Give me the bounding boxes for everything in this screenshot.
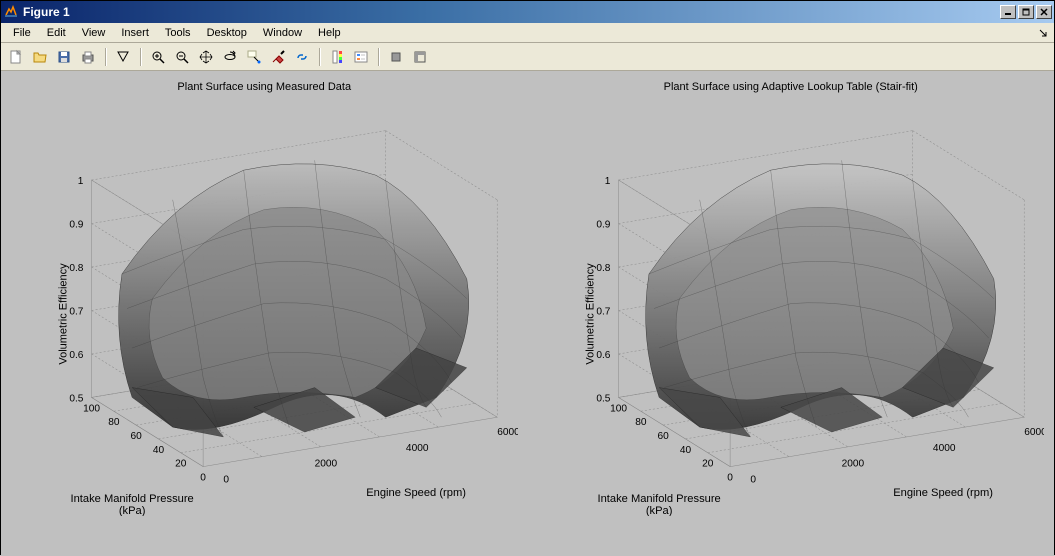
chart-title: Plant Surface using Adaptive Lookup Tabl… <box>528 81 1055 93</box>
y-tick: 6000 <box>497 427 517 438</box>
z-tick: 0.9 <box>596 220 611 231</box>
figure-area: Plant Surface using Measured Data Volume… <box>1 71 1054 556</box>
data-cursor-button[interactable] <box>243 46 265 68</box>
z-tick: 0.8 <box>596 263 611 274</box>
x-tick: 80 <box>108 417 120 428</box>
z-tick: 0.5 <box>69 393 84 404</box>
axes-right[interactable]: Plant Surface using Adaptive Lookup Tabl… <box>528 71 1055 556</box>
menu-window[interactable]: Window <box>255 25 310 41</box>
menu-edit[interactable]: Edit <box>39 25 74 41</box>
menu-tools[interactable]: Tools <box>157 25 199 41</box>
z-tick: 0.6 <box>596 350 611 361</box>
menu-insert[interactable]: Insert <box>113 25 157 41</box>
toolbar-separator <box>105 48 106 66</box>
menu-file[interactable]: File <box>5 25 39 41</box>
z-tick: 0.7 <box>596 307 611 318</box>
x-tick: 80 <box>635 417 647 428</box>
pan-button[interactable] <box>195 46 217 68</box>
z-tick: 1 <box>604 176 610 187</box>
zoom-out-button[interactable] <box>171 46 193 68</box>
x-tick: 20 <box>175 459 187 470</box>
y-axis-label: Engine Speed (rpm) <box>893 487 993 499</box>
toolbar-separator <box>319 48 320 66</box>
brush-button[interactable] <box>267 46 289 68</box>
x-tick: 0 <box>727 473 733 484</box>
x-tick: 100 <box>83 403 100 414</box>
chart-title: Plant Surface using Measured Data <box>1 81 528 93</box>
y-tick: 0 <box>750 475 756 486</box>
y-axis-label: Engine Speed (rpm) <box>366 487 466 499</box>
x-tick: 40 <box>153 445 165 456</box>
z-tick: 1 <box>78 176 84 187</box>
x-tick: 60 <box>657 431 669 442</box>
y-tick: 4000 <box>932 443 955 454</box>
zoom-in-button[interactable] <box>147 46 169 68</box>
print-figure-button[interactable] <box>77 46 99 68</box>
z-tick: 0.5 <box>596 393 611 404</box>
x-tick: 100 <box>610 403 627 414</box>
menu-view[interactable]: View <box>74 25 114 41</box>
x-tick: 60 <box>131 431 143 442</box>
window-title: Figure 1 <box>23 5 1000 19</box>
insert-colorbar-button[interactable] <box>326 46 348 68</box>
x-tick: 20 <box>702 459 714 470</box>
toolbar <box>1 43 1054 71</box>
titlebar: Figure 1 <box>1 1 1054 23</box>
toolbar-separator <box>140 48 141 66</box>
edit-plot-button[interactable] <box>112 46 134 68</box>
new-figure-button[interactable] <box>5 46 27 68</box>
menu-desktop[interactable]: Desktop <box>199 25 255 41</box>
y-tick: 2000 <box>315 459 338 470</box>
x-tick: 40 <box>679 445 691 456</box>
hide-plot-tools-button[interactable] <box>385 46 407 68</box>
rotate-3d-button[interactable] <box>219 46 241 68</box>
y-tick: 4000 <box>406 443 429 454</box>
menubar: File Edit View Insert Tools Desktop Wind… <box>1 23 1054 43</box>
matlab-icon <box>3 4 19 20</box>
close-button[interactable] <box>1036 5 1052 19</box>
toolbar-separator <box>378 48 379 66</box>
z-tick: 0.8 <box>69 263 84 274</box>
maximize-button[interactable] <box>1018 5 1034 19</box>
minimize-button[interactable] <box>1000 5 1016 19</box>
z-tick: 0.6 <box>69 350 84 361</box>
surface-plot-right: 0.5 0.6 0.7 0.8 0.9 1 0 20 40 60 80 100 … <box>578 101 1045 516</box>
insert-legend-button[interactable] <box>350 46 372 68</box>
x-axis-label: Intake Manifold Pressure(kPa) <box>71 493 194 516</box>
surface-mesh-left <box>119 160 469 437</box>
y-tick: 2000 <box>841 459 864 470</box>
open-file-button[interactable] <box>29 46 51 68</box>
z-tick: 0.9 <box>69 220 84 231</box>
y-tick: 0 <box>223 475 229 486</box>
y-tick: 6000 <box>1024 427 1044 438</box>
link-plot-button[interactable] <box>291 46 313 68</box>
x-axis-label: Intake Manifold Pressure(kPa) <box>597 493 720 516</box>
surface-mesh-right <box>645 160 995 437</box>
menu-help[interactable]: Help <box>310 25 349 41</box>
save-figure-button[interactable] <box>53 46 75 68</box>
show-plot-tools-button[interactable] <box>409 46 431 68</box>
surface-plot-left: 0.5 0.6 0.7 0.8 0.9 1 0 20 40 60 80 100 … <box>51 101 518 516</box>
dock-icon[interactable] <box>1036 26 1050 40</box>
z-tick: 0.7 <box>69 307 84 318</box>
axes-left[interactable]: Plant Surface using Measured Data Volume… <box>1 71 528 556</box>
x-tick: 0 <box>200 473 206 484</box>
